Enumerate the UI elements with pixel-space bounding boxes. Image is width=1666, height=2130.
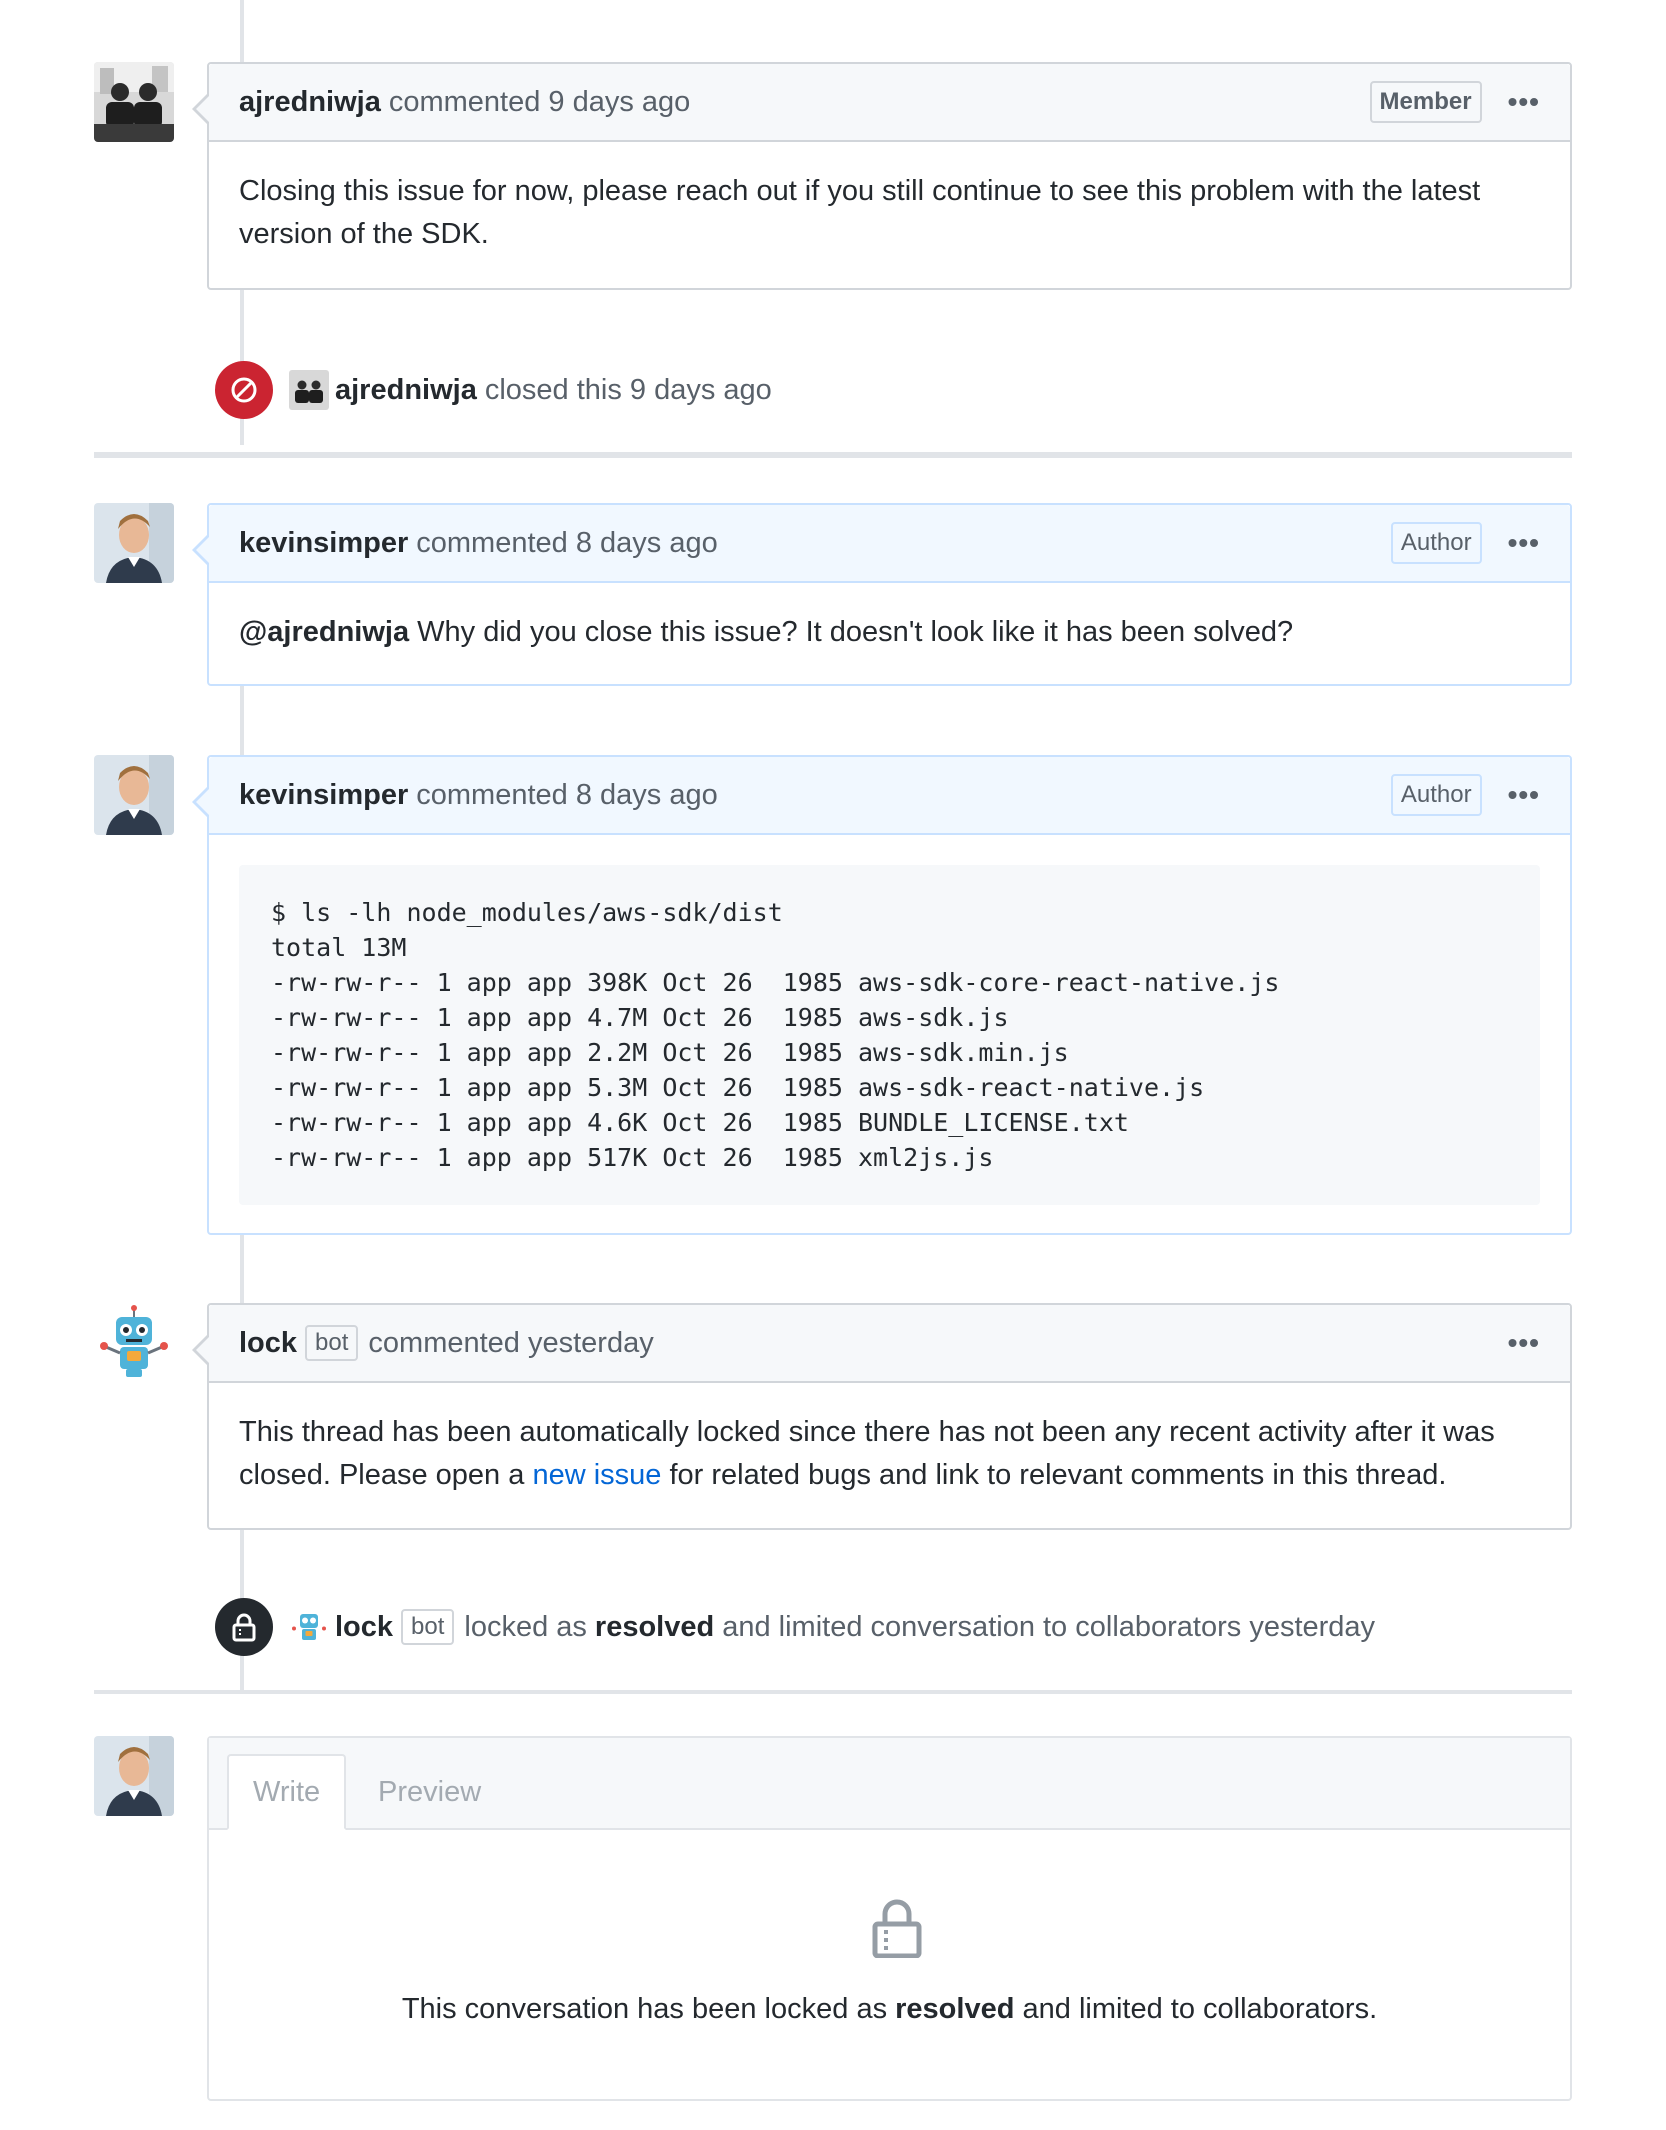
locked-message: This conversation has been locked as res… (209, 1993, 1570, 2026)
code-block: $ ls -lh node_modules/aws-sdk/dist total… (239, 865, 1540, 1205)
comment-timestamp[interactable]: commented yesterday (368, 1327, 653, 1360)
avatar-ajredniwja[interactable] (94, 62, 174, 142)
event-author[interactable]: ajredniwja (335, 374, 477, 407)
locked-message-text: and limited to collaborators. (1022, 1993, 1378, 2025)
member-badge: Member (1369, 81, 1482, 123)
locked-message-text: This conversation has been locked as (401, 1993, 888, 2025)
comment-body: @ajredniwja Why did you close this issue… (209, 583, 1570, 682)
comment-header: ajredniwja commented 9 days ago Member •… (192, 64, 1570, 142)
avatar-lock-bot[interactable] (94, 1303, 174, 1383)
avatar-kevinsimper[interactable] (94, 503, 174, 583)
author-badge: Author (1390, 774, 1482, 816)
closed-badge (215, 361, 273, 419)
locked-event: lock bot locked as resolved and limited … (215, 1598, 1375, 1656)
avatar-kevinsimper[interactable] (94, 755, 174, 835)
author-badge: Author (1390, 522, 1482, 564)
kebab-menu-icon[interactable]: ••• (1508, 1327, 1540, 1359)
event-text: closed this 9 days ago (484, 373, 772, 406)
kebab-menu-icon[interactable]: ••• (1508, 86, 1540, 118)
robot-icon (94, 1303, 174, 1383)
locked-badge (215, 1598, 273, 1656)
editor-tabs: Write Preview (209, 1738, 1570, 1830)
event-author[interactable]: lock (335, 1611, 393, 1644)
comment-author[interactable]: ajredniwja (239, 86, 381, 119)
comment-card: kevinsimper commented 8 days ago Author … (192, 503, 1572, 686)
timeline-line (240, 1235, 244, 1303)
comment-header: lock bot commented yesterday ••• (192, 1305, 1570, 1383)
timeline-separator (94, 452, 1572, 458)
comment-author[interactable]: kevinsimper (239, 779, 408, 812)
kebab-menu-icon[interactable]: ••• (1508, 527, 1540, 559)
closed-event: ajredniwja closed this 9 days ago (215, 361, 772, 419)
comment-card: lock bot commented yesterday ••• This th… (192, 1303, 1572, 1530)
comment-author[interactable]: lock (239, 1327, 297, 1360)
comment-card: kevinsimper commented 8 days ago Author … (192, 755, 1572, 1235)
lock-icon (232, 1613, 256, 1642)
event-resolved: resolved (594, 1610, 715, 1643)
comment-text: Why did you close this issue? It doesn't… (417, 616, 1294, 648)
comment-card: ajredniwja commented 9 days ago Member •… (192, 62, 1572, 290)
bot-label: bot (401, 1609, 455, 1645)
timeline-separator (94, 1690, 1572, 1694)
comment-text: for related bugs and link to relevant co… (669, 1459, 1447, 1491)
timeline-line (240, 685, 244, 755)
lock-icon (872, 1899, 922, 1958)
avatar-kevinsimper[interactable] (94, 1736, 174, 1816)
avatar-lock-bot-small[interactable] (289, 1607, 329, 1647)
comment-header: kevinsimper commented 8 days ago Author … (192, 757, 1570, 835)
comment-body: Closing this issue for now, please reach… (239, 175, 1481, 250)
comment-editor: Write Preview This conversation has been… (207, 1736, 1572, 2101)
comment-timestamp[interactable]: commented 8 days ago (416, 779, 717, 812)
new-issue-link[interactable]: new issue (532, 1459, 661, 1491)
tab-preview[interactable]: Preview (354, 1754, 505, 1830)
tab-write[interactable]: Write (227, 1754, 347, 1830)
timeline-line (240, 0, 244, 62)
comment-timestamp[interactable]: commented 8 days ago (416, 527, 717, 560)
event-text: locked as (464, 1610, 587, 1643)
avatar-ajredniwja-small[interactable] (289, 370, 329, 410)
bot-label: bot (305, 1325, 359, 1361)
kebab-menu-icon[interactable]: ••• (1508, 779, 1540, 811)
event-text: and limited conversation to collaborator… (722, 1610, 1376, 1643)
comment-header: kevinsimper commented 8 days ago Author … (192, 505, 1570, 583)
circle-slash-icon (231, 377, 257, 403)
comment-timestamp[interactable]: commented 9 days ago (389, 86, 690, 119)
user-mention[interactable]: @ajredniwja (239, 616, 409, 648)
locked-message-resolved: resolved (895, 1993, 1015, 2025)
comment-body: This thread has been automatically locke… (209, 1383, 1570, 1525)
comment-author[interactable]: kevinsimper (239, 527, 408, 560)
